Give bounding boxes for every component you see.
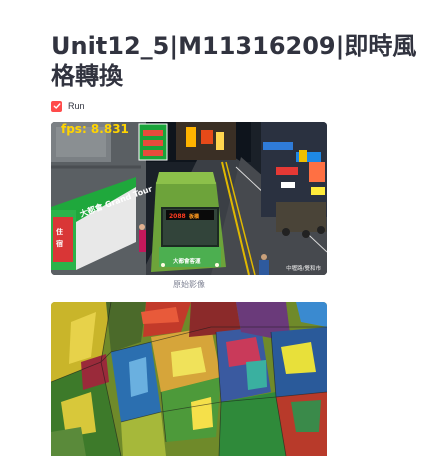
stylized-video-frame: [51, 302, 327, 456]
run-label: Run: [68, 101, 85, 111]
svg-text:大都會客運: 大都會客運: [173, 257, 201, 265]
bus-route-number: 2088: [169, 213, 186, 220]
camera-watermark: 中壢路/雙和市: [286, 266, 321, 272]
original-video-frame: 住 宿 大都會 Grand Tour 2088 板橋 大都會客運 fps: 8.…: [51, 122, 327, 275]
original-image-caption: 原始影像: [173, 280, 205, 289]
svg-text:板橋: 板橋: [189, 213, 199, 220]
page-title: Unit12_5|M11316209|即時風格轉換: [51, 32, 417, 90]
svg-text:住: 住: [56, 227, 63, 236]
run-checkbox[interactable]: Run: [51, 99, 85, 113]
svg-text:宿: 宿: [56, 239, 63, 248]
fps-overlay: fps: 8.831: [61, 122, 129, 136]
checkbox-checked-icon[interactable]: [51, 100, 62, 112]
